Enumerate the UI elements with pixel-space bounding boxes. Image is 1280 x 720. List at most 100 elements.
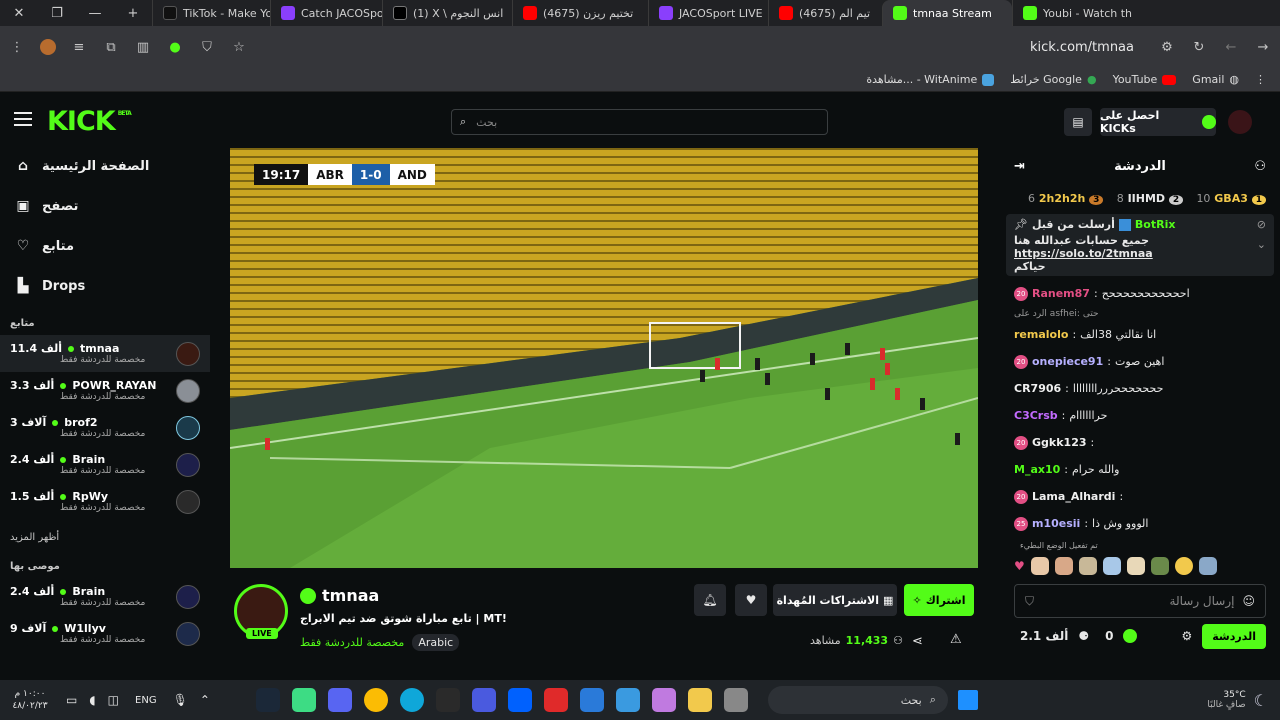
show-more-link[interactable]: أظهر المزيد (0, 520, 210, 549)
back-icon[interactable]: ← (1222, 40, 1240, 55)
following-channel-powr-rayan[interactable]: 3.3 ألف POWR_RAYAN مخصصة للدردشة فقط (0, 372, 210, 409)
chat-username[interactable]: Ggkk123 (1032, 436, 1087, 449)
tray-expand-icon[interactable]: ⌃ (200, 693, 210, 707)
chat-message[interactable]: 25 m10esii: الووو وش ذا (1000, 510, 1280, 537)
taskbar-search[interactable]: بحث ⌕ (767, 686, 948, 714)
app-icon[interactable] (291, 688, 316, 712)
unpin-icon[interactable]: ⊘ (1257, 218, 1266, 231)
following-channel-brain[interactable]: 2.4 ألف Brain مخصصة للدردشة فقط (0, 446, 210, 483)
restore-window-icon[interactable]: ❐ (38, 0, 76, 26)
emote-icon[interactable] (1126, 557, 1145, 575)
collapse-chat-icon[interactable]: ⇥ (1014, 159, 1025, 174)
browser-tab[interactable]: (4675) تختيم ريزن (512, 0, 648, 26)
share-icon[interactable]: ⋖ (912, 634, 923, 649)
following-channel-tmnaa[interactable]: 11.4 ألف tmnaa مخصصة للدردشة فقط (0, 335, 210, 372)
extension-badge-icon[interactable]: ● (166, 40, 184, 55)
extension-icon[interactable]: ▥ (134, 40, 152, 55)
steam-icon[interactable] (255, 688, 280, 712)
search-input[interactable]: ⌕ بحث (451, 109, 828, 135)
more-bookmarks-icon[interactable]: ⋮ (1255, 73, 1266, 86)
chat-message[interactable]: 20 onepiece91: اهين صوت (1000, 348, 1280, 375)
windows-start-icon[interactable] (957, 690, 978, 710)
bookmark-star-icon[interactable]: ☆ (230, 40, 248, 55)
streamer-name[interactable]: tmnaa (322, 586, 379, 605)
expand-pinned-icon[interactable]: ⌄ (1257, 238, 1266, 251)
browser-tab[interactable]: JACOSport LIVE (648, 0, 768, 26)
new-tab-icon[interactable]: + (114, 0, 152, 26)
app-icon[interactable] (723, 688, 748, 712)
chat-message[interactable]: M_ax10: والله حرام (1000, 456, 1280, 483)
following-channel-rpwy[interactable]: 1.5 ألف RpWy مخصصة للدردشة فقط (0, 483, 210, 520)
chat-username[interactable]: C3Crsb (1014, 409, 1058, 422)
chat-message[interactable]: remalolo: انا نقالتي 38الف (1000, 321, 1280, 348)
epic-games-icon[interactable] (435, 688, 460, 712)
chat-message[interactable]: C3Crsb: حراااااام (1000, 402, 1280, 429)
clock[interactable]: ١٠:٠٠ م ٤٨/٠٢/٢٣ (0, 688, 60, 712)
kicks-count[interactable]: 0 (1105, 629, 1113, 643)
weather-widget[interactable]: 35°C صافٍ غالبًا ☾ (1207, 690, 1280, 710)
leader-1[interactable]: 10 GBA3 1 (1196, 192, 1266, 205)
chat-username[interactable]: CR7906 (1014, 382, 1061, 395)
users-icon[interactable]: ⚇ (1254, 159, 1266, 174)
subscribe-button[interactable]: ✧ اشتراك (904, 584, 974, 616)
nav-browse[interactable]: ▣ تصفح (0, 186, 210, 226)
emote-icon[interactable] (1102, 557, 1121, 575)
user-avatar[interactable] (1228, 110, 1252, 134)
emote-icon[interactable] (1054, 557, 1073, 575)
close-window-icon[interactable]: ✕ (0, 0, 38, 26)
nav-following[interactable]: ♡ متابع (0, 226, 210, 266)
chat-message[interactable]: 20 Ranem87: احححححححححححح (1000, 280, 1280, 307)
emote-icon[interactable] (1174, 557, 1193, 575)
following-channel-brof2[interactable]: 3 آلاف brof2 مخصصة للدردشة فقط (0, 409, 210, 446)
chat-message[interactable]: CR7906: حححححححررراااااااا (1000, 375, 1280, 402)
leader-3[interactable]: 6 2h2h2h 3 (1028, 192, 1104, 205)
chat-username[interactable]: remalolo (1014, 328, 1068, 341)
bookmark-witanime[interactable]: مشاهدة... - WitAnime (866, 73, 995, 86)
channel-points[interactable]: 2.1 ألف (1020, 629, 1068, 643)
mail-icon[interactable] (579, 688, 604, 712)
emote-icon[interactable] (1198, 557, 1217, 575)
shield-icon[interactable]: ⛉ (198, 40, 216, 55)
minimize-window-icon[interactable]: — (76, 0, 114, 26)
network-icon[interactable]: ◫ (108, 693, 119, 707)
browser-tab[interactable]: TikTok - Make Yo (152, 0, 270, 26)
recommended-channel-brain[interactable]: 2.4 ألف Brain مخصصة للدردشة فقط (0, 578, 210, 615)
profile-avatar-icon[interactable] (40, 39, 56, 55)
bookmark-youtube[interactable]: YouTube (1113, 73, 1177, 86)
report-icon[interactable]: ⚠ (950, 632, 962, 647)
get-kicks-button[interactable]: احصل على KICKs (1100, 108, 1216, 136)
recommended-channel-w1llyv[interactable]: 9 آلاف W1llyv مخصصة للدردشة فقط (0, 615, 210, 652)
send-chat-button[interactable]: الدردشة (1202, 623, 1266, 649)
discord-icon[interactable] (327, 688, 352, 712)
chat-message[interactable]: 20 Ggkk123: (1000, 429, 1280, 456)
pinned-link[interactable]: https://solo.to/2tmnaa (1014, 247, 1153, 260)
video-player[interactable]: 19:17 ABR 1-0 AND (230, 148, 978, 568)
chat-username[interactable]: m10esii (1032, 517, 1080, 530)
browser-tab-active[interactable]: tmnaa Stream (882, 0, 1012, 26)
edge-icon[interactable] (399, 688, 424, 712)
category-link[interactable]: مخصصة للدردشة فقط (300, 636, 404, 649)
site-settings-icon[interactable]: ⚙ (1158, 40, 1176, 55)
copilot-icon[interactable] (651, 688, 676, 712)
chat-username[interactable]: M_ax10 (1014, 463, 1060, 476)
menu-dots-icon[interactable]: ⋮ (8, 40, 26, 55)
extensions-icon[interactable]: ⧉ (102, 40, 120, 55)
chat-username[interactable]: Ranem87 (1032, 287, 1090, 300)
nav-home[interactable]: ⌂ الصفحة الرئيسية (0, 146, 210, 186)
app-icon[interactable] (543, 688, 568, 712)
chat-message[interactable]: 20 Lama_Alhardi: (1000, 483, 1280, 510)
playlist-icon[interactable]: ≡ (70, 40, 88, 55)
reload-icon[interactable]: ↻ (1190, 40, 1208, 55)
microphone-icon[interactable]: 🎙︎ (173, 693, 188, 707)
browser-tab[interactable]: Youbi - Watch th (1012, 0, 1132, 26)
chat-input[interactable]: ⛉ إرسال رسالة ☺ (1014, 584, 1266, 618)
language-tag[interactable]: Arabic (412, 634, 460, 651)
chat-username[interactable]: onepiece91 (1032, 355, 1103, 368)
language-indicator[interactable]: ENG (135, 695, 157, 706)
follow-heart-button[interactable]: ♥ (735, 584, 767, 616)
grid-button[interactable]: ▤ (1064, 108, 1092, 136)
leader-2[interactable]: 8 IIHMD 2 (1117, 192, 1184, 205)
pinned-message[interactable]: 📌︎ أرسلت من قبل BotRix جميع حسابات عبدال… (1006, 214, 1274, 276)
chat-username[interactable]: Lama_Alhardi (1032, 490, 1115, 503)
notification-bell-button[interactable]: 🔔︎ (694, 584, 726, 616)
